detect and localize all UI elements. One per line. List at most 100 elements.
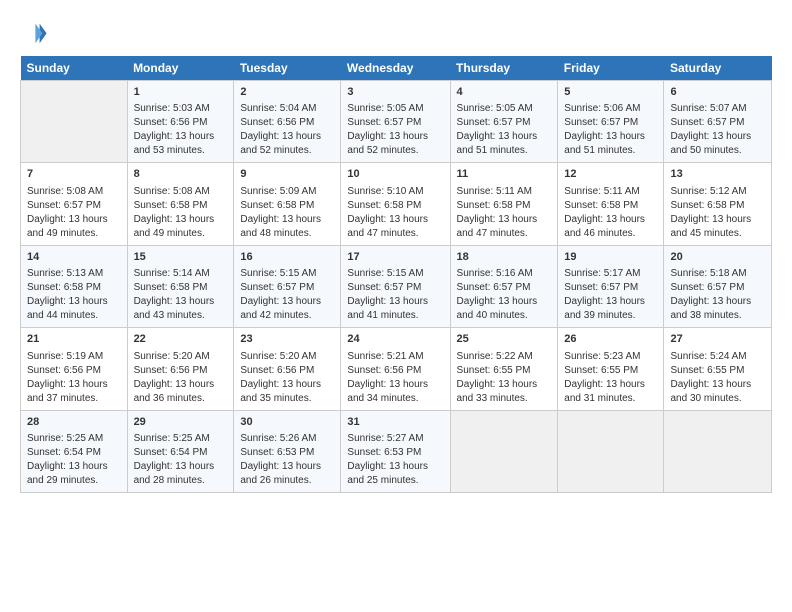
- daylight-text: Daylight: 13 hours and 29 minutes.: [27, 460, 121, 488]
- sunrise-text: Sunrise: 5:11 AM: [564, 185, 657, 199]
- sunrise-text: Sunrise: 5:20 AM: [134, 350, 228, 364]
- sunset-text: Sunset: 6:57 PM: [670, 281, 765, 295]
- day-number: 28: [27, 415, 121, 430]
- day-number: 1: [134, 85, 228, 100]
- sunrise-text: Sunrise: 5:15 AM: [347, 267, 443, 281]
- day-cell: 13Sunrise: 5:12 AMSunset: 6:58 PMDayligh…: [664, 163, 772, 245]
- daylight-text: Daylight: 13 hours and 42 minutes.: [240, 295, 334, 323]
- sunset-text: Sunset: 6:53 PM: [240, 446, 334, 460]
- day-number: 10: [347, 167, 443, 182]
- sunset-text: Sunset: 6:57 PM: [240, 281, 334, 295]
- daylight-text: Daylight: 13 hours and 40 minutes.: [457, 295, 552, 323]
- sunrise-text: Sunrise: 5:22 AM: [457, 350, 552, 364]
- day-number: 7: [27, 167, 121, 182]
- sunrise-text: Sunrise: 5:26 AM: [240, 432, 334, 446]
- sunset-text: Sunset: 6:54 PM: [27, 446, 121, 460]
- daylight-text: Daylight: 13 hours and 50 minutes.: [670, 130, 765, 158]
- day-cell: 20Sunrise: 5:18 AMSunset: 6:57 PMDayligh…: [664, 245, 772, 327]
- calendar-table: SundayMondayTuesdayWednesdayThursdayFrid…: [20, 56, 772, 493]
- daylight-text: Daylight: 13 hours and 28 minutes.: [134, 460, 228, 488]
- daylight-text: Daylight: 13 hours and 26 minutes.: [240, 460, 334, 488]
- day-cell: 7 Sunrise: 5:08 AMSunset: 6:57 PMDaylight…: [21, 163, 128, 245]
- header-day-wednesday: Wednesday: [341, 56, 450, 81]
- header-day-tuesday: Tuesday: [234, 56, 341, 81]
- week-row-3: 14Sunrise: 5:13 AMSunset: 6:58 PMDayligh…: [21, 245, 772, 327]
- week-row-2: 7Sunrise: 5:08 AMSunset: 6:57 PMDaylight…: [21, 163, 772, 245]
- daylight-text: Daylight: 13 hours and 49 minutes.: [27, 213, 121, 241]
- logo-icon: [20, 18, 48, 46]
- day-number: 21: [27, 332, 121, 347]
- sunset-text: Sunset: 6:58 PM: [27, 281, 121, 295]
- sunrise-text: Sunrise: 5:27 AM: [347, 432, 443, 446]
- day-cell: [450, 410, 558, 492]
- sunset-text: Sunset: 6:55 PM: [457, 364, 552, 378]
- sunrise-text: Sunrise: 5:17 AM: [564, 267, 657, 281]
- sunset-text: Sunset: 6:58 PM: [564, 199, 657, 213]
- day-number: 31: [347, 415, 443, 430]
- sunrise-text: Sunrise: 5:11 AM: [457, 185, 552, 199]
- day-number: 30: [240, 415, 334, 430]
- day-cell: 19Sunrise: 5:17 AMSunset: 6:57 PMDayligh…: [558, 245, 664, 327]
- day-number: 29: [134, 415, 228, 430]
- sunset-text: Sunset: 6:56 PM: [240, 116, 334, 130]
- day-cell: 5Sunrise: 5:06 AMSunset: 6:57 PMDaylight…: [558, 81, 664, 163]
- sunrise-text: Sunrise: 5:23 AM: [564, 350, 657, 364]
- day-cell: 14Sunrise: 5:13 AMSunset: 6:58 PMDayligh…: [21, 245, 128, 327]
- daylight-text: Daylight: 13 hours and 37 minutes.: [27, 378, 121, 406]
- daylight-text: Daylight: 13 hours and 48 minutes.: [240, 213, 334, 241]
- sunrise-text: Sunrise: 5:08 AM: [27, 185, 121, 199]
- daylight-text: Daylight: 13 hours and 49 minutes.: [134, 213, 228, 241]
- sunrise-text: Sunrise: 5:18 AM: [670, 267, 765, 281]
- header-day-monday: Monday: [127, 56, 234, 81]
- day-number: 5: [564, 85, 657, 100]
- day-cell: 31Sunrise: 5:27 AMSunset: 6:53 PMDayligh…: [341, 410, 450, 492]
- day-number: 12: [564, 167, 657, 182]
- daylight-text: Daylight: 13 hours and 52 minutes.: [347, 130, 443, 158]
- day-cell: [558, 410, 664, 492]
- day-number: 3: [347, 85, 443, 100]
- day-cell: 4Sunrise: 5:05 AMSunset: 6:57 PMDaylight…: [450, 81, 558, 163]
- sunset-text: Sunset: 6:57 PM: [564, 281, 657, 295]
- day-number: 8: [134, 167, 228, 182]
- day-number: 2: [240, 85, 334, 100]
- day-cell: 6Sunrise: 5:07 AMSunset: 6:57 PMDaylight…: [664, 81, 772, 163]
- daylight-text: Daylight: 13 hours and 52 minutes.: [240, 130, 334, 158]
- day-cell: 27Sunrise: 5:24 AMSunset: 6:55 PMDayligh…: [664, 328, 772, 410]
- sunset-text: Sunset: 6:58 PM: [134, 281, 228, 295]
- daylight-text: Daylight: 13 hours and 46 minutes.: [564, 213, 657, 241]
- sunset-text: Sunset: 6:53 PM: [347, 446, 443, 460]
- sunrise-text: Sunrise: 5:21 AM: [347, 350, 443, 364]
- sunrise-text: Sunrise: 5:24 AM: [670, 350, 765, 364]
- sunset-text: Sunset: 6:57 PM: [27, 199, 121, 213]
- day-number: 27: [670, 332, 765, 347]
- day-number: 14: [27, 250, 121, 265]
- logo: [20, 18, 52, 46]
- sunrise-text: Sunrise: 5:15 AM: [240, 267, 334, 281]
- day-cell: 21 Sunrise: 5:19 AMSunset: 6:56 PMDayligh…: [21, 328, 128, 410]
- sunset-text: Sunset: 6:57 PM: [670, 116, 765, 130]
- sunset-text: Sunset: 6:57 PM: [347, 116, 443, 130]
- header-day-friday: Friday: [558, 56, 664, 81]
- header: [20, 18, 772, 46]
- day-number: 16: [240, 250, 334, 265]
- day-cell: [21, 81, 128, 163]
- day-number: 6: [670, 85, 765, 100]
- sunrise-text: Sunrise: 5:09 AM: [240, 185, 334, 199]
- sunset-text: Sunset: 6:56 PM: [27, 364, 121, 378]
- sunrise-text: Sunrise: 5:03 AM: [134, 102, 228, 116]
- daylight-text: Daylight: 13 hours and 36 minutes.: [134, 378, 228, 406]
- day-number: 11: [457, 167, 552, 182]
- header-day-thursday: Thursday: [450, 56, 558, 81]
- page: SundayMondayTuesdayWednesdayThursdayFrid…: [0, 0, 792, 503]
- day-number: 4: [457, 85, 552, 100]
- day-cell: 26Sunrise: 5:23 AMSunset: 6:55 PMDayligh…: [558, 328, 664, 410]
- sunrise-text: Sunrise: 5:19 AM: [27, 350, 121, 364]
- day-cell: 9Sunrise: 5:09 AMSunset: 6:58 PMDaylight…: [234, 163, 341, 245]
- daylight-text: Daylight: 13 hours and 34 minutes.: [347, 378, 443, 406]
- sunset-text: Sunset: 6:57 PM: [564, 116, 657, 130]
- day-cell: 29Sunrise: 5:25 AMSunset: 6:54 PMDayligh…: [127, 410, 234, 492]
- daylight-text: Daylight: 13 hours and 51 minutes.: [457, 130, 552, 158]
- sunrise-text: Sunrise: 5:25 AM: [27, 432, 121, 446]
- day-cell: 15Sunrise: 5:14 AMSunset: 6:58 PMDayligh…: [127, 245, 234, 327]
- daylight-text: Daylight: 13 hours and 38 minutes.: [670, 295, 765, 323]
